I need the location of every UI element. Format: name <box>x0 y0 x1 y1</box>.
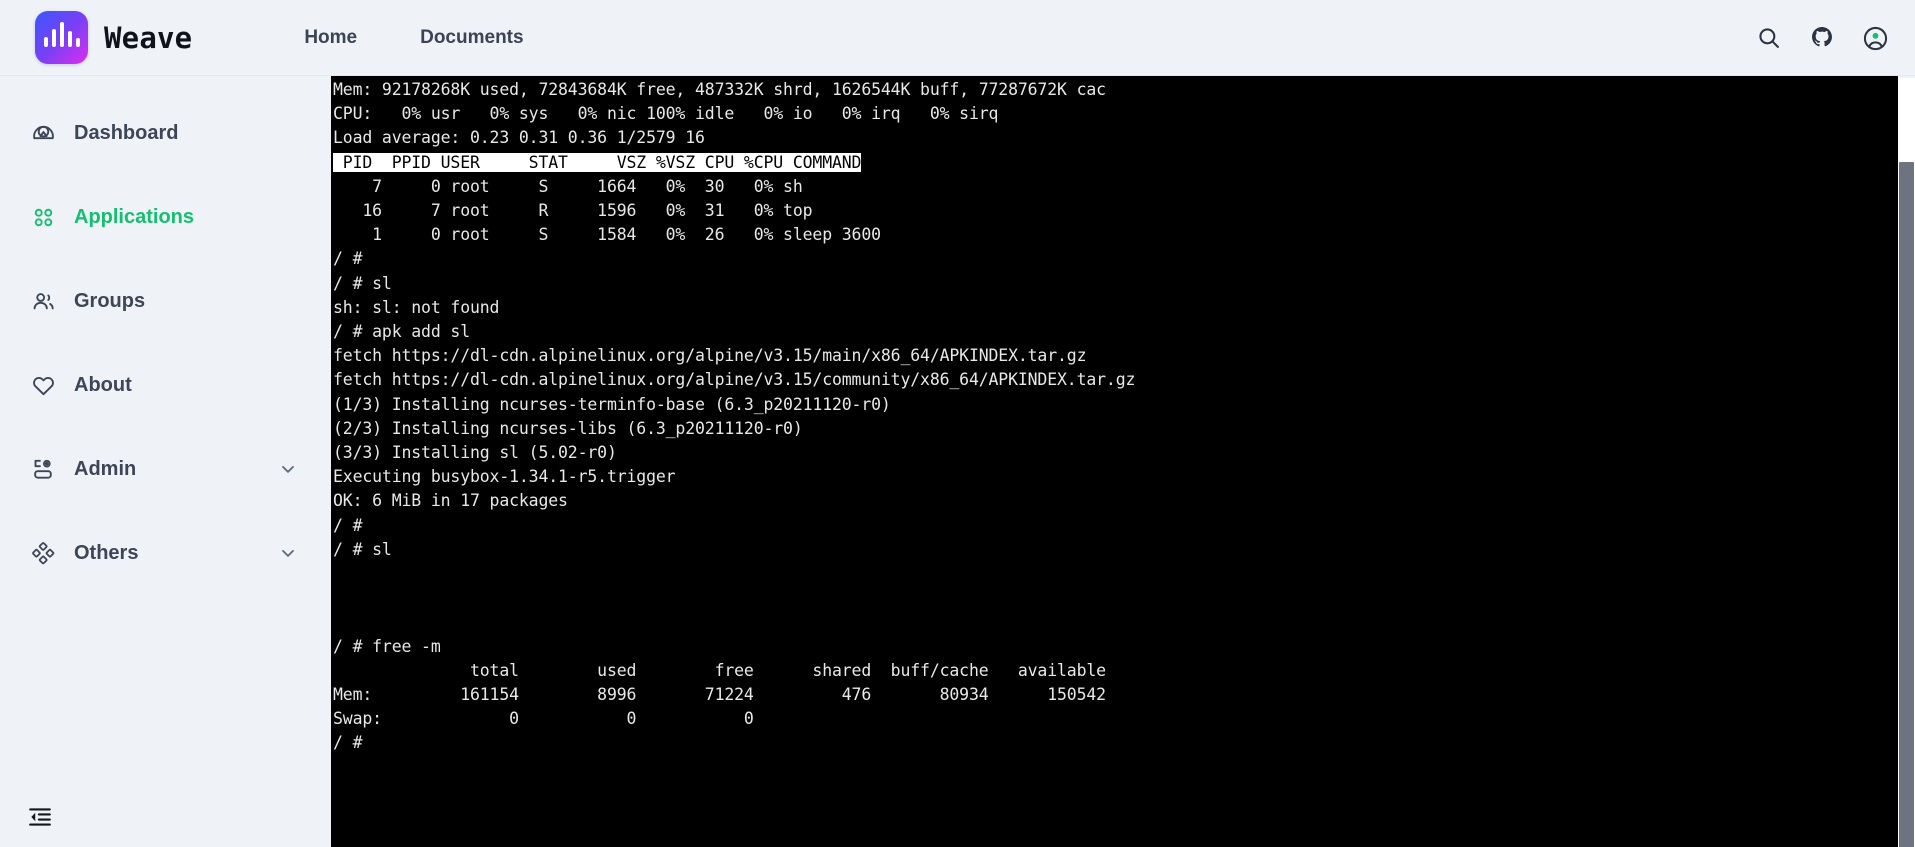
brand-name: Weave <box>104 20 193 55</box>
primary-nav: Home Documents <box>304 27 523 49</box>
waveform-logo-icon <box>35 11 88 64</box>
collapse-sidebar-button[interactable] <box>25 802 55 832</box>
top-actions <box>1756 0 1889 76</box>
terminal-pre-header: Mem: 92178268K used, 72843684K free, 487… <box>333 80 1106 148</box>
sidebar-item-dashboard[interactable]: Dashboard <box>0 108 330 158</box>
sidebar-item-groups[interactable]: Groups <box>0 276 330 326</box>
nav-link-home[interactable]: Home <box>304 27 357 49</box>
sidebar: Dashboard Applications Groups About Admi… <box>0 76 330 847</box>
terminal-text: Mem: 92178268K used, 72843684K free, 487… <box>333 78 1135 756</box>
account-icon[interactable] <box>1862 25 1889 52</box>
sidebar-item-label: Dashboard <box>74 121 179 144</box>
sidebar-item-applications[interactable]: Applications <box>0 192 330 242</box>
github-icon[interactable] <box>1809 25 1835 51</box>
app-root: Weave Home Documents Dashboard Applicati… <box>0 0 1915 847</box>
top-navbar: Weave Home Documents <box>0 0 1915 76</box>
sidebar-item-about[interactable]: About <box>0 360 330 410</box>
others-icon <box>30 540 56 566</box>
admin-icon <box>30 456 56 482</box>
terminal-scrollbar-thumb[interactable] <box>1899 162 1914 847</box>
sidebar-item-label: Groups <box>74 289 146 312</box>
sidebar-item-others[interactable]: Others <box>0 528 330 578</box>
terminal-output[interactable]: Mem: 92178268K used, 72843684K free, 487… <box>331 76 1898 847</box>
terminal-panel: Mem: 92178268K used, 72843684K free, 487… <box>331 76 1915 847</box>
sidebar-item-label: About <box>74 373 132 396</box>
nav-link-documents[interactable]: Documents <box>420 27 523 49</box>
brand[interactable]: Weave <box>35 11 192 64</box>
search-icon[interactable] <box>1756 25 1782 51</box>
chevron-down-icon[interactable] <box>278 459 298 479</box>
groups-icon <box>30 288 56 314</box>
applications-icon <box>30 204 56 230</box>
dashboard-icon <box>30 120 56 146</box>
terminal-process-header: PID PPID USER STAT VSZ %VSZ CPU %CPU COM… <box>333 152 862 172</box>
sidebar-item-label: Others <box>74 541 139 564</box>
sidebar-item-label: Admin <box>74 457 137 480</box>
terminal-post-header: 7 0 root S 1664 0% 30 0% sh 16 7 root R … <box>333 176 1136 753</box>
sidebar-item-label: Applications <box>74 205 195 228</box>
chevron-down-icon[interactable] <box>278 543 298 563</box>
sidebar-item-admin[interactable]: Admin <box>0 444 330 494</box>
terminal-scrollbar-track[interactable] <box>1898 78 1915 847</box>
heart-icon <box>30 372 56 398</box>
